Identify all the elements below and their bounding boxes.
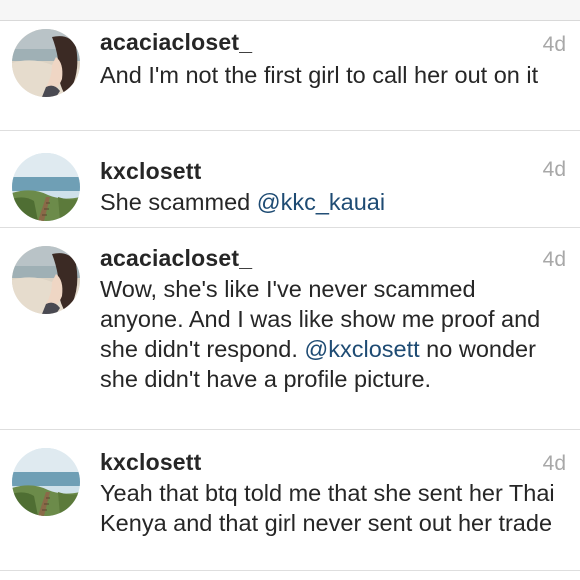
- comment-text-segment: She scammed: [100, 189, 257, 215]
- avatar[interactable]: [12, 153, 80, 221]
- coastal-stairs-photo-avatar-icon: [12, 448, 80, 516]
- comment-timestamp: 4d: [542, 158, 566, 181]
- mention-link[interactable]: @kxclosett: [304, 336, 419, 362]
- comment-text: And I'm not the first girl to call her o…: [100, 60, 562, 90]
- beach-photo-avatar-icon: [12, 246, 80, 314]
- comment-text-segment: Yeah that btq told me that she sent her …: [100, 480, 555, 536]
- comment-text-segment: And I'm not the first girl to call her o…: [100, 62, 539, 88]
- mention-link[interactable]: @kkc_kauai: [257, 189, 385, 215]
- comment-list: acaciacloset_ 4d And I'm not the first g…: [0, 21, 580, 571]
- avatar[interactable]: [12, 246, 80, 314]
- comment-item: acaciacloset_ 4d Wow, she's like I've ne…: [0, 228, 580, 430]
- comment-item: kxclosett 4d She scammed @kkc_kauai: [0, 131, 580, 228]
- avatar[interactable]: [12, 29, 80, 97]
- coastal-stairs-photo-avatar-icon: [12, 153, 80, 221]
- comment-item: acaciacloset_ 4d And I'm not the first g…: [0, 21, 580, 131]
- comment-username[interactable]: kxclosett: [100, 449, 202, 476]
- beach-photo-avatar-icon: [12, 29, 80, 97]
- comment-username[interactable]: kxclosett: [100, 158, 202, 185]
- comment-text: Wow, she's like I've never scammed anyon…: [100, 274, 562, 394]
- comment-timestamp: 4d: [542, 248, 566, 271]
- comment-item: kxclosett 4d Yeah that btq told me that …: [0, 430, 580, 571]
- comment-timestamp: 4d: [542, 33, 566, 56]
- comment-username[interactable]: acaciacloset_: [100, 245, 252, 272]
- avatar[interactable]: [12, 448, 80, 516]
- comment-timestamp: 4d: [542, 452, 566, 475]
- comment-text: She scammed @kkc_kauai: [100, 187, 562, 217]
- comment-text: Yeah that btq told me that she sent her …: [100, 478, 562, 538]
- comment-username[interactable]: acaciacloset_: [100, 29, 252, 56]
- top-bar-strip: [0, 0, 580, 21]
